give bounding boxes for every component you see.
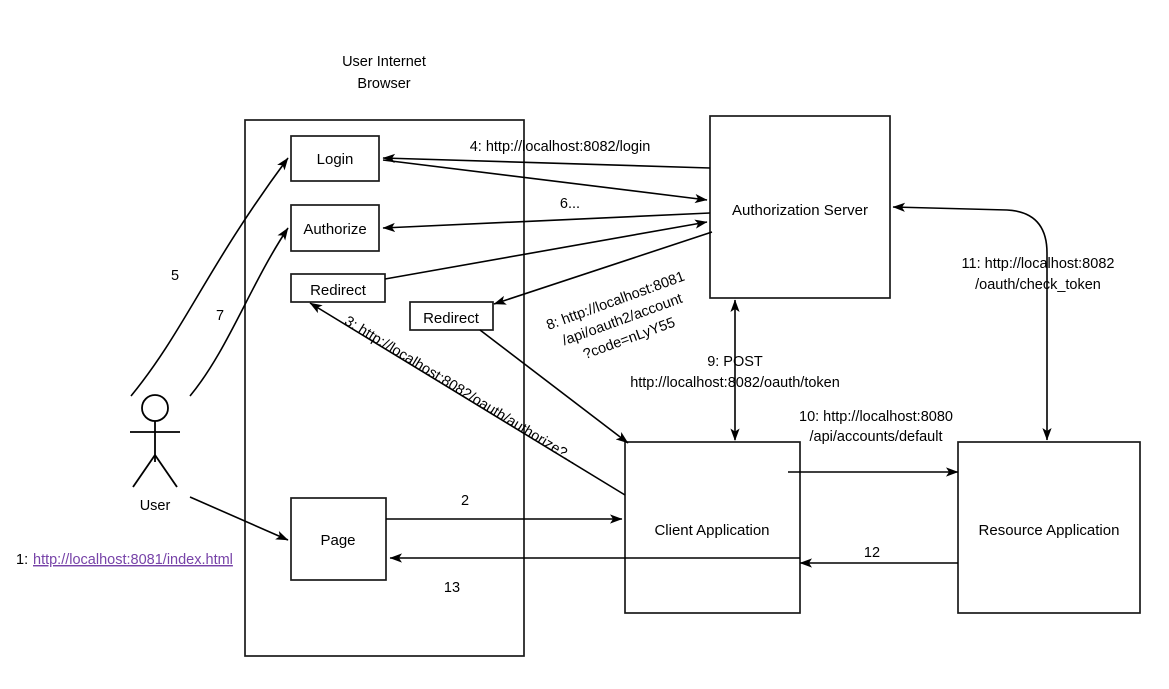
label-step6: 6...	[560, 196, 580, 212]
label-step10-line1: 10: http://localhost:8080	[799, 409, 953, 425]
label-step1-url[interactable]: http://localhost:8081/index.html	[33, 552, 233, 568]
label-step7: 7	[216, 308, 224, 324]
label-step11-line2: /oauth/check_token	[975, 277, 1101, 293]
label-step10-line2: /api/accounts/default	[809, 429, 942, 445]
box-resource-application-label: Resource Application	[979, 522, 1120, 539]
box-redirect-inner-label: Redirect	[423, 310, 480, 327]
box-client-application-label: Client Application	[654, 522, 769, 539]
label-step8: 8: http://localhost:8081 /api/oauth2/acc…	[544, 269, 687, 363]
user-actor-figure	[130, 394, 180, 488]
box-login-label: Login	[317, 151, 354, 168]
user-label: User	[140, 498, 171, 514]
label-step11-line1: 11: http://localhost:8082	[962, 256, 1115, 272]
box-authorization-server-label: Authorization Server	[732, 202, 868, 219]
label-step1-prefix: 1:	[16, 552, 28, 568]
label-step4: 4: http://localhost:8082/login	[470, 139, 651, 155]
box-authorize-label: Authorize	[303, 221, 366, 238]
label-step9-line1: 9: POST	[707, 354, 763, 370]
label-step2: 2	[461, 493, 469, 509]
label-step5: 5	[171, 268, 179, 284]
label-step9-line2: http://localhost:8082/oauth/token	[630, 375, 840, 391]
box-redirect-left-label: Redirect	[310, 282, 367, 299]
browser-title-line1: User Internet	[342, 54, 426, 70]
oauth2-flow-diagram: User Internet Browser Login Authorize Re…	[0, 0, 1169, 689]
box-page-label: Page	[320, 532, 355, 549]
arrow-step11-to-auth	[892, 202, 1048, 254]
browser-title-line2: Browser	[357, 76, 410, 92]
label-step13: 13	[444, 580, 460, 596]
label-step12: 12	[864, 545, 880, 561]
